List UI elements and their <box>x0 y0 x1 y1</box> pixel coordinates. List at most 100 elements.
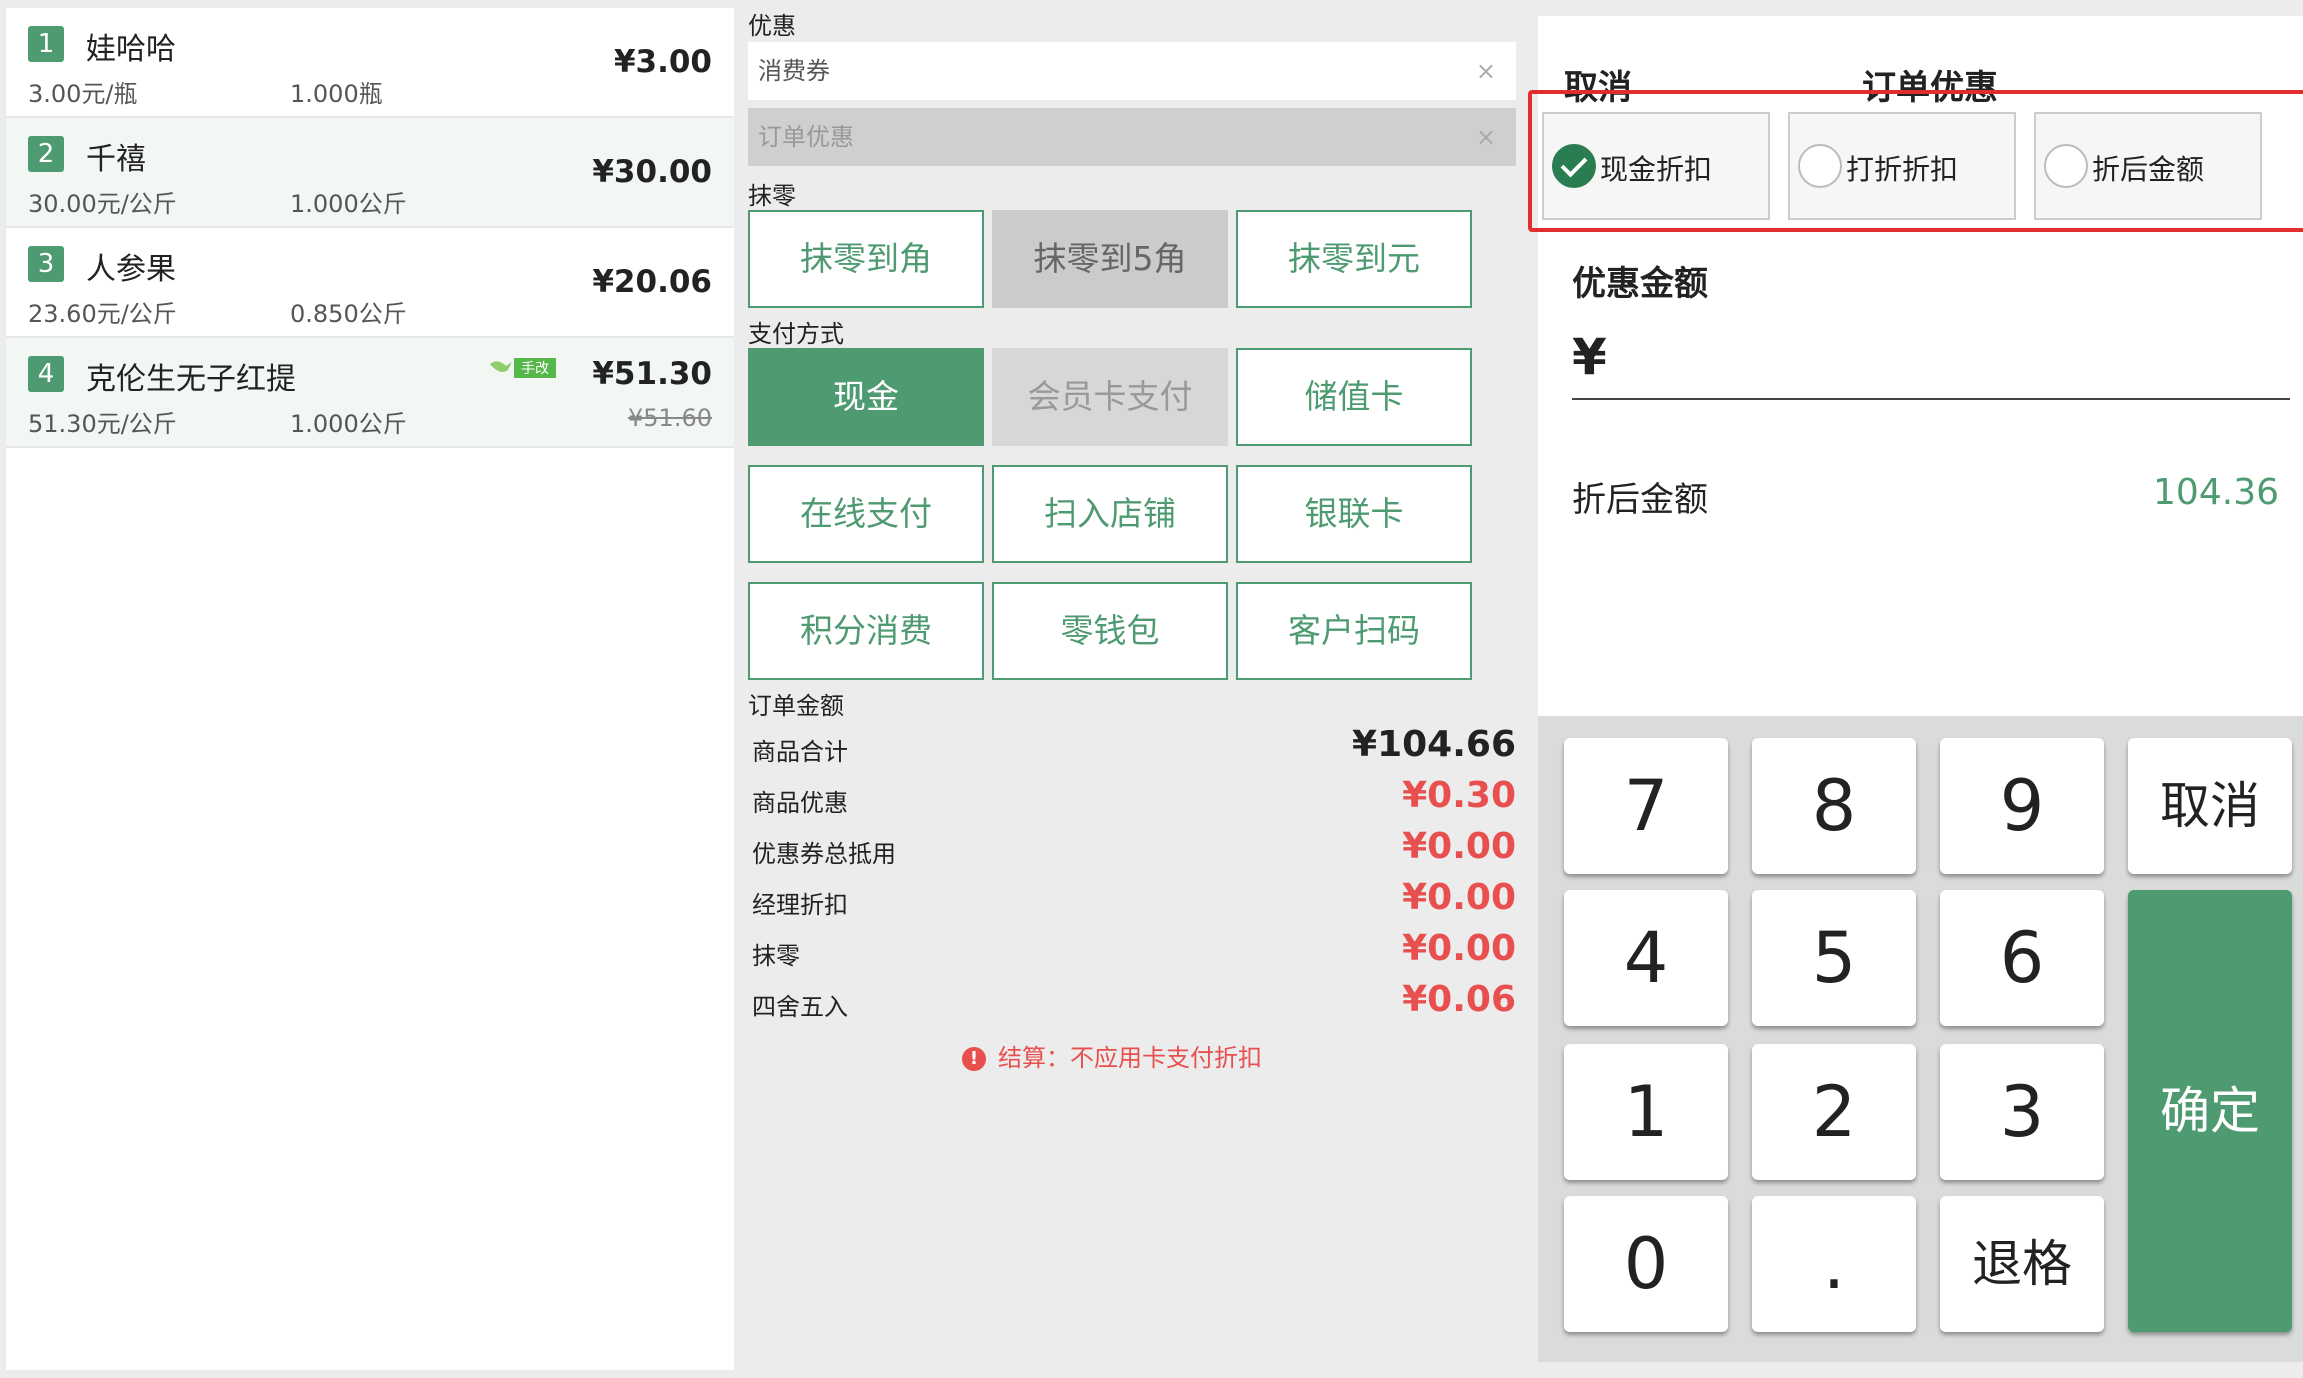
checkout-panel: 优惠 消费券 × 订单优惠 × 抹零 抹零到角 抹零到5角 抹零到元 支付方式 … <box>742 0 1520 1378</box>
clear-coupon-icon[interactable]: × <box>1476 42 1496 100</box>
coupon-placeholder: 消费券 <box>758 57 830 85</box>
pay-customer-scan-button[interactable]: 客户扫码 <box>1236 582 1472 680</box>
numeric-keypad: 7 8 9 取消 4 5 6 1 2 3 0 . 退格 确定 <box>1538 716 2303 1362</box>
summary-row-rounding: 抹零 ¥0.00 <box>752 926 1516 976</box>
summary-label: 优惠券总抵用 <box>752 840 896 868</box>
order-amount-section-label: 订单金额 <box>748 692 844 720</box>
pay-wallet-button[interactable]: 零钱包 <box>992 582 1228 680</box>
summary-value: ¥0.00 <box>1402 826 1516 867</box>
key-confirm[interactable]: 确定 <box>2128 890 2292 1332</box>
summary-value: ¥0.06 <box>1402 979 1516 1020</box>
pay-points-button[interactable]: 积分消费 <box>748 582 984 680</box>
option-label: 现金折扣 <box>1600 153 1713 186</box>
key-1[interactable]: 1 <box>1564 1044 1728 1180</box>
cart-item[interactable]: 1 娃哈哈 3.00元/瓶 1.000瓶 ¥3.00 <box>6 8 734 118</box>
round-to-yuan-button[interactable]: 抹零到元 <box>1236 210 1472 308</box>
summary-value: ¥0.00 <box>1402 928 1516 969</box>
item-total: ¥51.30 <box>592 356 712 392</box>
summary-label: 四舍五入 <box>752 993 848 1021</box>
cart-item[interactable]: 2 千禧 30.00元/公斤 1.000公斤 ¥30.00 <box>6 118 734 228</box>
item-index: 3 <box>28 246 64 282</box>
rounding-section-label: 抹零 <box>748 182 796 210</box>
order-discount-placeholder: 订单优惠 <box>758 123 854 151</box>
radio-unchecked-icon <box>2044 144 2088 188</box>
item-name: 克伦生无子红提 <box>86 362 296 397</box>
key-4[interactable]: 4 <box>1564 890 1728 1026</box>
order-discount-field[interactable]: 订单优惠 × <box>748 108 1516 166</box>
pay-online-button[interactable]: 在线支付 <box>748 465 984 563</box>
item-index: 4 <box>28 356 64 392</box>
key-0[interactable]: 0 <box>1564 1196 1728 1332</box>
pay-cash-button[interactable]: 现金 <box>748 348 984 446</box>
summary-label: 商品优惠 <box>752 789 848 817</box>
settlement-notice: ! 结算：不应用卡支付折扣 <box>962 1038 1262 1073</box>
notice-text: 结算：不应用卡支付折扣 <box>998 1044 1262 1072</box>
summary-value: ¥0.00 <box>1402 877 1516 918</box>
pay-scan-store-button[interactable]: 扫入店铺 <box>992 465 1228 563</box>
summary-row-coupon: 优惠券总抵用 ¥0.00 <box>752 824 1516 874</box>
summary-row-manager-discount: 经理折扣 ¥0.00 <box>752 875 1516 925</box>
item-quantity: 1.000公斤 <box>290 190 407 218</box>
summary-row-subtotal: 商品合计 ¥104.66 <box>752 722 1516 772</box>
option-label: 折后金额 <box>2092 153 2205 186</box>
key-8[interactable]: 8 <box>1752 738 1916 874</box>
summary-value: ¥0.30 <box>1402 775 1516 816</box>
discount-amount-input[interactable] <box>1572 398 2290 400</box>
summary-label: 抹零 <box>752 942 800 970</box>
option-label: 打折折扣 <box>1846 153 1959 186</box>
pay-unionpay-button[interactable]: 银联卡 <box>1236 465 1472 563</box>
order-discount-dialog: 取消 订单优惠 优惠金额 ¥ 折后金额 104.36 现金折扣 打折折扣 折后金… <box>1520 0 2303 1378</box>
item-total: ¥30.00 <box>592 154 712 190</box>
key-9[interactable]: 9 <box>1940 738 2104 874</box>
summary-row-round-half: 四舍五入 ¥0.06 <box>752 977 1516 1027</box>
option-percent-discount[interactable]: 打折折扣 <box>1788 112 2016 220</box>
key-3[interactable]: 3 <box>1940 1044 2104 1180</box>
discount-section-label: 优惠 <box>748 12 796 40</box>
item-quantity: 1.000瓶 <box>290 80 383 108</box>
item-total: ¥20.06 <box>592 264 712 300</box>
after-discount-label: 折后金额 <box>1572 480 1708 520</box>
key-5[interactable]: 5 <box>1752 890 1916 1026</box>
item-index: 1 <box>28 26 64 62</box>
item-unit-price: 23.60元/公斤 <box>28 300 177 328</box>
key-2[interactable]: 2 <box>1752 1044 1916 1180</box>
item-name: 娃哈哈 <box>86 32 176 67</box>
item-name: 千禧 <box>86 142 146 177</box>
radio-checked-icon <box>1552 144 1596 188</box>
cart-item[interactable]: 3 人参果 23.60元/公斤 0.850公斤 ¥20.06 <box>6 228 734 338</box>
summary-value: ¥104.66 <box>1352 724 1516 765</box>
coupon-field[interactable]: 消费券 × <box>748 42 1516 100</box>
after-discount-value: 104.36 <box>2153 472 2279 513</box>
item-total: ¥3.00 <box>613 44 712 80</box>
round-to-half-yuan-button[interactable]: 抹零到5角 <box>992 210 1228 308</box>
key-cancel[interactable]: 取消 <box>2128 738 2292 874</box>
option-cash-discount[interactable]: 现金折扣 <box>1542 112 1770 220</box>
item-quantity: 0.850公斤 <box>290 300 407 328</box>
key-backspace[interactable]: 退格 <box>1940 1196 2104 1332</box>
summary-label: 经理折扣 <box>752 891 848 919</box>
discount-type-selector: 现金折扣 打折折扣 折后金额 <box>1528 90 2303 232</box>
discount-amount-label: 优惠金额 <box>1572 264 1708 304</box>
pay-stored-value-card-button[interactable]: 储值卡 <box>1236 348 1472 446</box>
clear-order-discount-icon[interactable]: × <box>1476 108 1496 166</box>
item-original-price: ¥51.60 <box>628 404 712 432</box>
payment-section-label: 支付方式 <box>748 320 844 348</box>
price-edited-tag-icon: 手改 <box>490 358 556 378</box>
key-6[interactable]: 6 <box>1940 890 2104 1026</box>
round-to-jiao-button[interactable]: 抹零到角 <box>748 210 984 308</box>
item-name: 人参果 <box>86 252 176 287</box>
key-7[interactable]: 7 <box>1564 738 1728 874</box>
cart-item[interactable]: 4 克伦生无子红提 手改 51.30元/公斤 1.000公斤 ¥51.30 ¥5… <box>6 338 734 448</box>
currency-symbol: ¥ <box>1572 328 1607 386</box>
item-unit-price: 51.30元/公斤 <box>28 410 177 438</box>
item-index: 2 <box>28 136 64 172</box>
pay-member-card-button[interactable]: 会员卡支付 <box>992 348 1228 446</box>
tag-label: 手改 <box>521 361 549 377</box>
summary-label: 商品合计 <box>752 738 848 766</box>
key-decimal[interactable]: . <box>1752 1196 1916 1332</box>
item-unit-price: 30.00元/公斤 <box>28 190 177 218</box>
option-final-amount[interactable]: 折后金额 <box>2034 112 2262 220</box>
cart-panel: 1 娃哈哈 3.00元/瓶 1.000瓶 ¥3.00 2 千禧 30.00元/公… <box>0 0 742 1378</box>
summary-row-item-discount: 商品优惠 ¥0.30 <box>752 773 1516 823</box>
item-unit-price: 3.00元/瓶 <box>28 80 138 108</box>
